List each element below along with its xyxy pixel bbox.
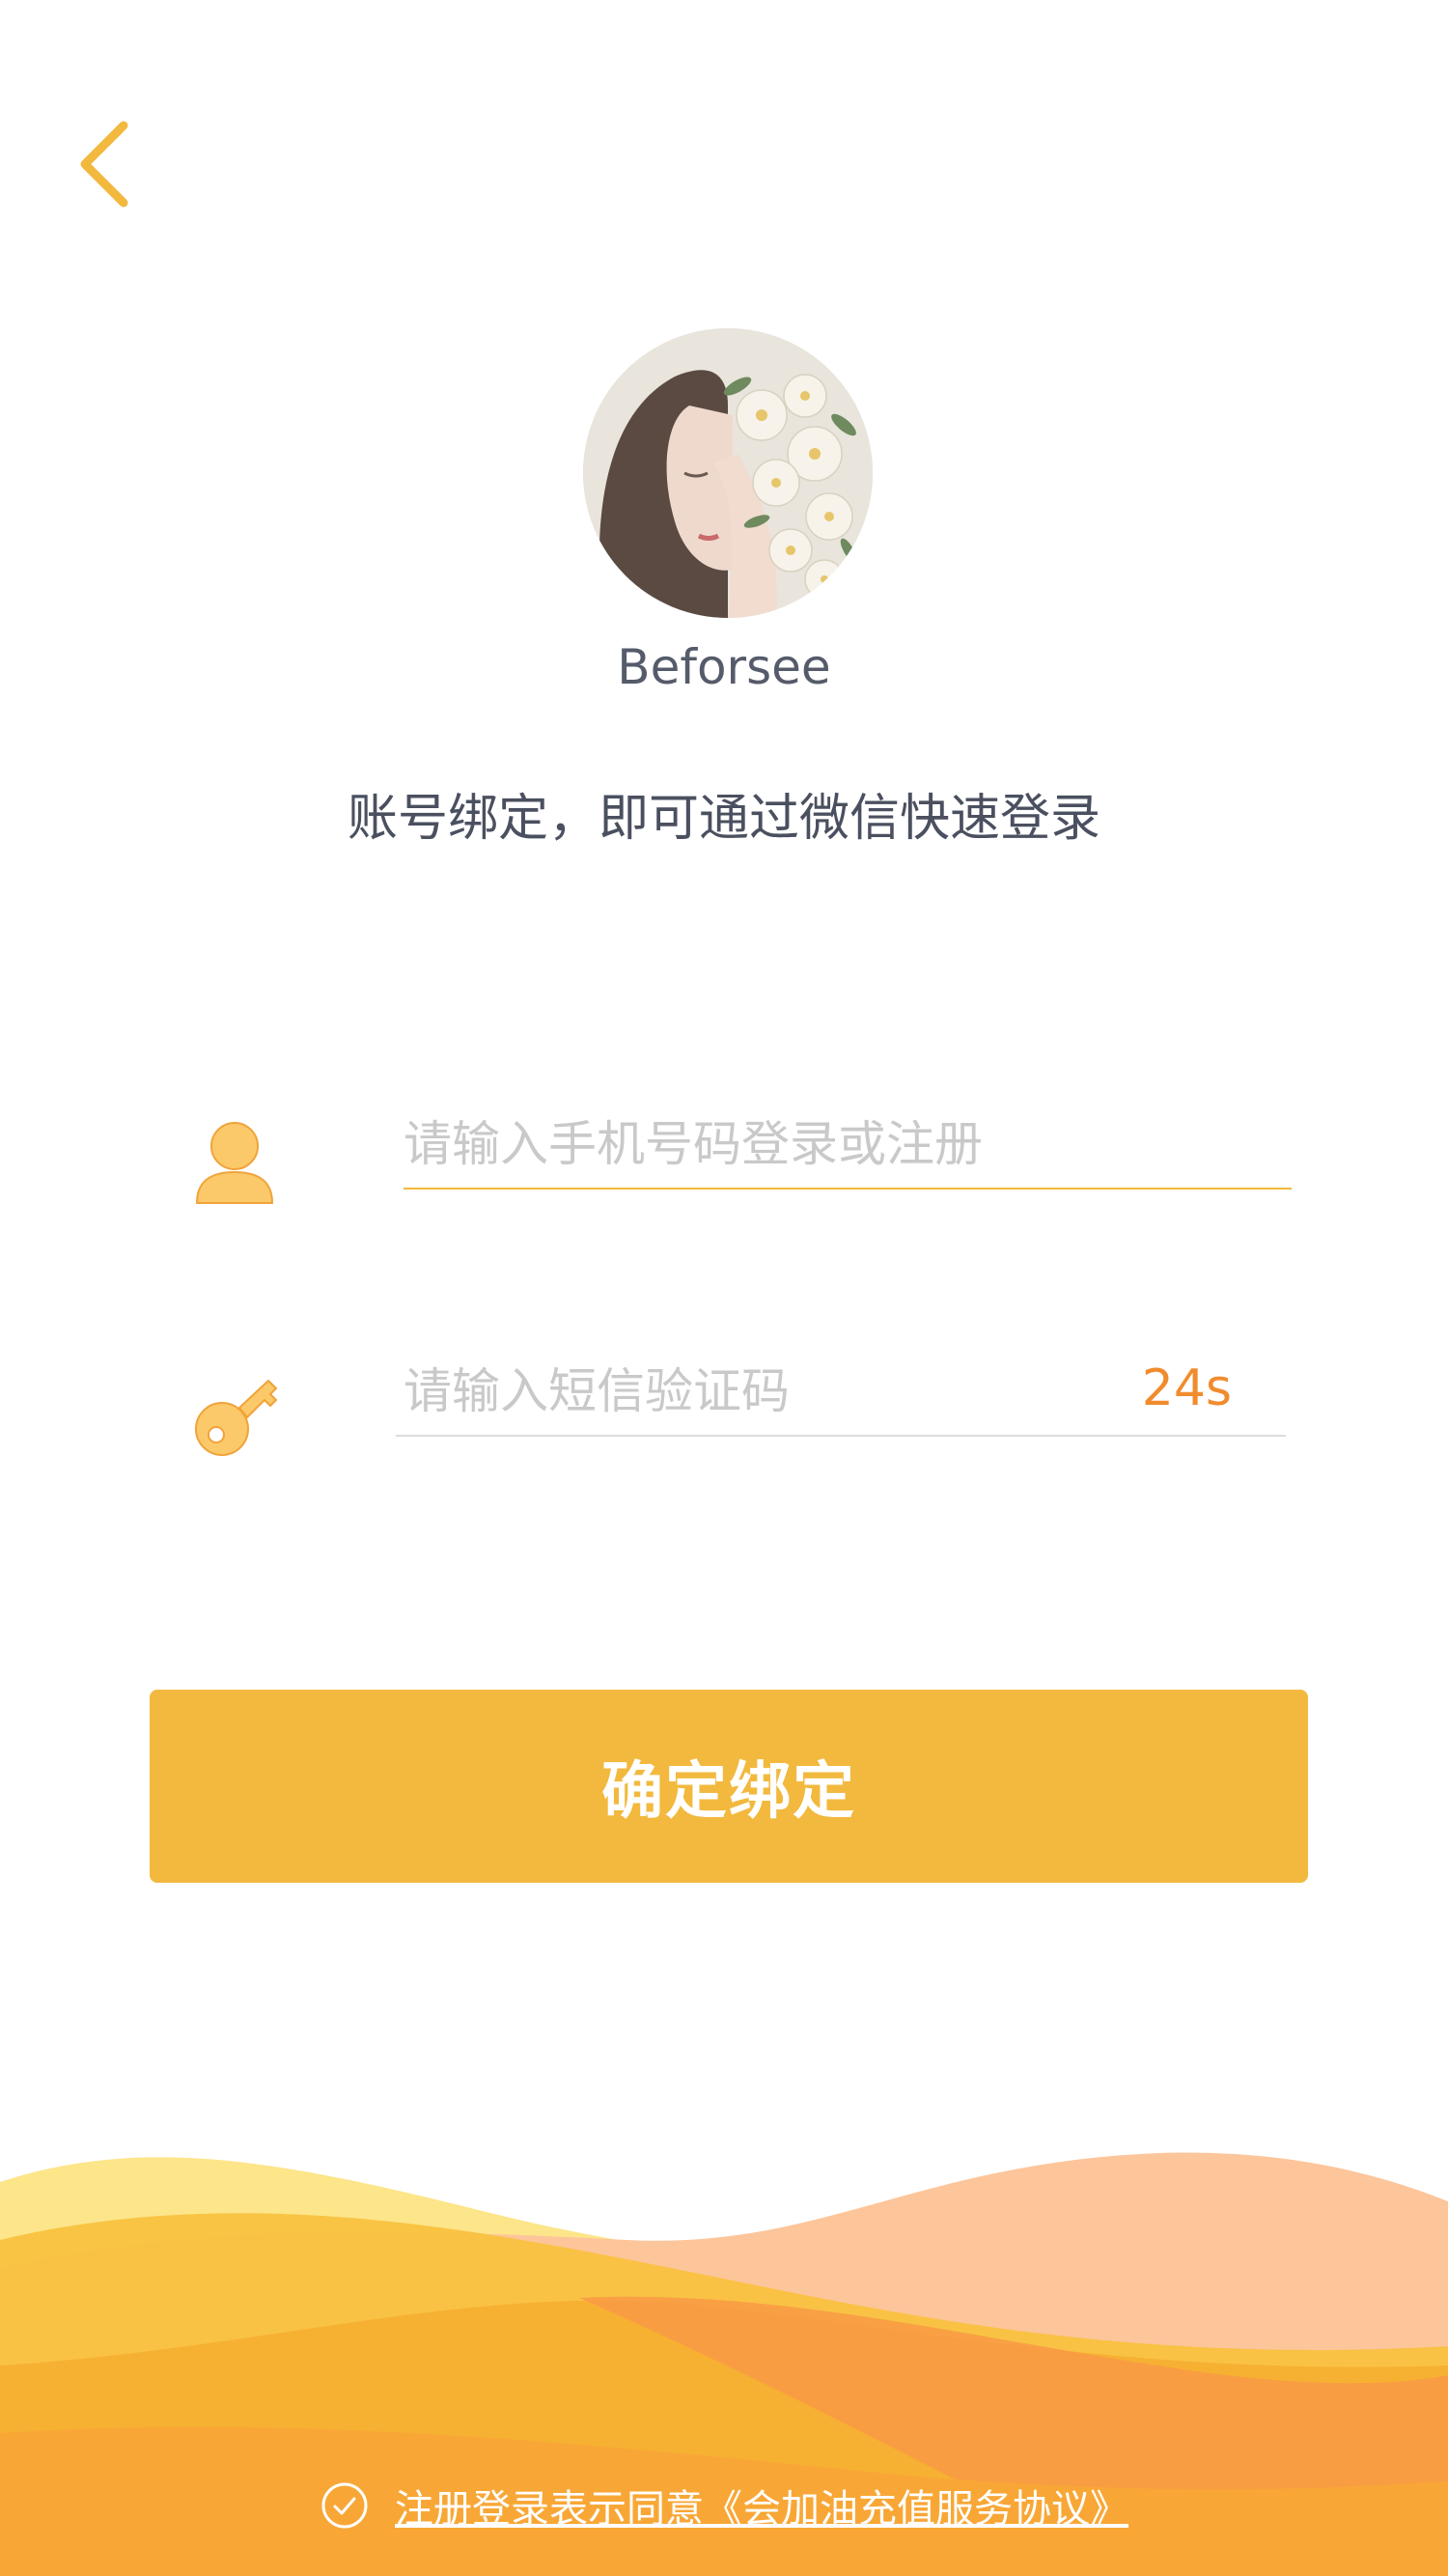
verification-code-input[interactable] xyxy=(404,1363,1079,1419)
back-button[interactable] xyxy=(68,116,145,212)
user-icon xyxy=(193,1120,276,1209)
phone-input[interactable] xyxy=(404,1116,1292,1172)
check-circle-icon[interactable] xyxy=(320,2480,370,2531)
bind-subtitle: 账号绑定，即可通过微信快速登录 xyxy=(347,790,1100,848)
phone-field xyxy=(404,1101,1292,1190)
avatar-image xyxy=(583,328,873,618)
key-icon xyxy=(193,1371,280,1458)
chevron-left-icon xyxy=(80,121,128,208)
service-agreement-link[interactable]: 注册登录表示同意《会加油充值服务协议》 xyxy=(395,2478,1128,2534)
confirm-bind-button[interactable]: 确定绑定 xyxy=(150,1690,1308,1883)
avatar xyxy=(583,328,873,618)
agreement-row: 注册登录表示同意《会加油充值服务协议》 xyxy=(0,2472,1448,2539)
verification-code-field: 24s xyxy=(396,1348,1286,1437)
username: Beforsee xyxy=(617,639,831,695)
resend-countdown[interactable]: 24s xyxy=(1142,1359,1232,1417)
